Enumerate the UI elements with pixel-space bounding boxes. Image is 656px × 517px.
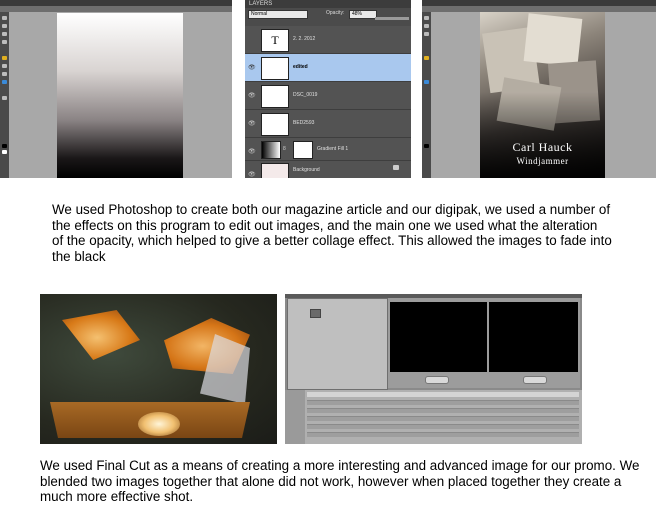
text-layer-thumb-icon: T — [261, 29, 289, 52]
gradient-fill-thumb — [261, 141, 281, 159]
timeline-track[interactable] — [307, 416, 579, 421]
digipak-cover-art: Carl Hauck Windjammer — [480, 12, 605, 178]
opacity-label: Opacity: — [326, 10, 345, 16]
eraser-tool-icon — [2, 72, 7, 76]
opacity-slider[interactable] — [375, 17, 409, 20]
canvas-playback-controls[interactable] — [523, 376, 547, 384]
move-tool-icon — [424, 16, 429, 20]
photoshop-gradient-screenshot — [0, 0, 232, 178]
crop-tool-icon — [2, 40, 7, 44]
color-swatch-bg-icon — [2, 150, 7, 154]
layer-name: DSC_0019 — [293, 92, 318, 98]
visibility-eye-icon[interactable]: 👁 — [248, 92, 256, 99]
photoshop-digipak-screenshot: Carl Hauck Windjammer — [422, 0, 656, 178]
viewer-screen — [390, 302, 487, 372]
link-chain-icon: 8 — [283, 146, 286, 152]
visibility-eye-icon[interactable]: 👁 — [248, 120, 256, 127]
lasso-tool-icon — [2, 32, 7, 36]
layer-thumb — [261, 85, 289, 108]
final-cut-screenshot — [285, 294, 582, 444]
tools-panel — [422, 12, 431, 178]
visibility-eye-icon[interactable]: 👁 — [248, 171, 256, 178]
track-headers — [285, 390, 305, 444]
final-cut-description: We used Final Cut as a means of creating… — [40, 458, 640, 504]
timeline-track[interactable] — [307, 432, 579, 437]
layers-panel-header: LAYERS — [245, 0, 411, 8]
color-swatch-icon — [424, 144, 429, 148]
cover-album-title: Windjammer — [516, 156, 569, 166]
clip-icon[interactable] — [310, 309, 321, 318]
move-tool-icon — [2, 16, 7, 20]
viewer-playback-controls[interactable] — [425, 376, 449, 384]
layer-name: edited — [293, 64, 308, 70]
visibility-eye-icon[interactable]: 👁 — [248, 148, 256, 155]
brush-tool-icon — [424, 56, 429, 60]
timeline-track[interactable] — [307, 424, 579, 429]
timeline-ruler[interactable] — [307, 392, 579, 397]
tools-panel — [0, 12, 9, 178]
timeline-track[interactable] — [307, 400, 579, 405]
lasso-tool-icon — [424, 32, 429, 36]
visibility-eye-icon[interactable]: 👁 — [248, 64, 256, 71]
blended-promo-still — [40, 294, 277, 444]
layer-row[interactable]: 👁 BED2593 — [245, 110, 411, 138]
layer-mask-thumb — [293, 141, 313, 159]
layer-name: BED2593 — [293, 120, 315, 126]
layer-name: Gradient Fill 1 — [317, 146, 349, 152]
candle-glow — [138, 412, 180, 436]
layer-thumb — [261, 113, 289, 136]
cover-artist-name: Carl Hauck — [512, 140, 573, 154]
timeline-track[interactable] — [307, 408, 579, 413]
layers-options: Normal Opacity: 48% — [245, 8, 411, 26]
collage-photo — [523, 13, 583, 67]
type-tool-icon — [2, 96, 7, 100]
browser-panel — [287, 298, 388, 390]
background-layer-thumb — [261, 163, 289, 178]
layer-name: 2. 2. 2012 — [293, 36, 316, 42]
gradient-canvas — [57, 13, 183, 178]
canvas-screen — [489, 302, 578, 372]
color-swatch-icon — [2, 144, 7, 148]
marquee-tool-icon — [2, 24, 7, 28]
layer-row-selected[interactable]: 👁 edited — [245, 54, 411, 82]
gradient-tool-icon — [2, 80, 7, 84]
blend-mode-select[interactable]: Normal — [248, 10, 308, 19]
photoshop-description: We used Photoshop to create both our mag… — [52, 202, 612, 264]
layer-row[interactable]: 👁 Background — [245, 161, 411, 178]
brush-tool-icon — [2, 56, 7, 60]
gradient-tool-icon — [424, 80, 429, 84]
marquee-tool-icon — [424, 24, 429, 28]
opacity-value[interactable]: 48% — [349, 10, 377, 19]
clone-tool-icon — [2, 64, 7, 68]
photoshop-layers-screenshot: LAYERS Normal Opacity: 48% T 2. 2. 2012 … — [245, 0, 411, 178]
layer-name: Background — [293, 167, 320, 173]
layer-thumb — [261, 57, 289, 80]
layers-panel-title: LAYERS — [249, 1, 273, 7]
layer-row[interactable]: T 2. 2. 2012 — [245, 26, 411, 54]
lock-icon — [393, 165, 399, 170]
layer-row[interactable]: 👁 DSC_0019 — [245, 82, 411, 110]
layer-row[interactable]: 👁 8 Gradient Fill 1 — [245, 138, 411, 161]
